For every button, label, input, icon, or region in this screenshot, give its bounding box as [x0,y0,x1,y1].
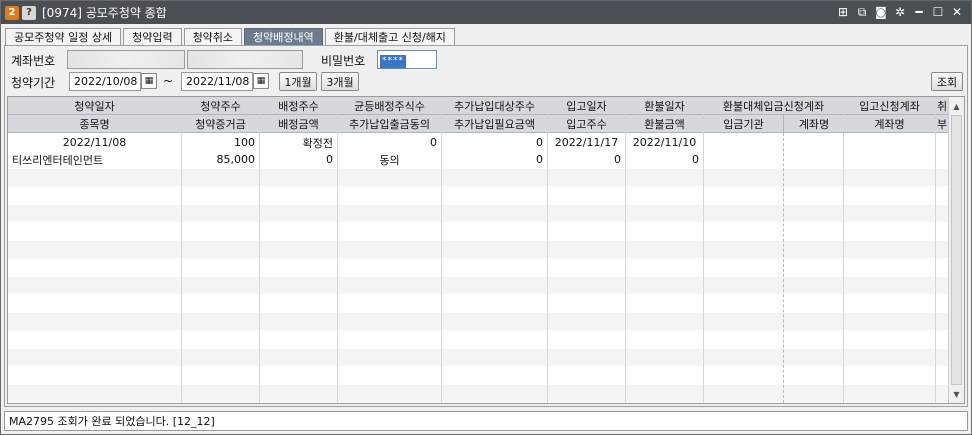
date-to-input[interactable]: 2022/11/08 [181,72,253,91]
grid-cell[interactable]: 0 [548,151,625,168]
allocation-grid[interactable]: 청약일자 종목명 2022/11/08 티쓰리엔터테인먼트 청약주수 청약증거금… [7,96,965,404]
col-receipt-request-account: 입고신청계좌 계좌명 [844,97,936,403]
column-header[interactable]: 추가납입출금동의 [338,115,441,133]
screen-number-badge: 2 [5,5,19,20]
column-header[interactable]: 계좌명 [844,115,935,133]
scroll-up-icon[interactable]: ▲ [949,98,964,114]
query-button[interactable]: 조회 [931,72,963,91]
column-header[interactable]: 계좌명 [784,115,844,133]
password-label: 비밀번호 [321,54,366,68]
close-icon[interactable]: ✕ [949,4,965,20]
grid-cell[interactable]: 티쓰리엔터테인먼트 [8,151,181,168]
column-header[interactable]: 환불금액 [626,115,703,133]
gear-icon[interactable]: ✲ [892,4,908,20]
column-header[interactable]: 균등배정주식수 [338,97,441,115]
column-header[interactable]: 부 [936,115,948,133]
calendar-icon[interactable]: ▦ [141,73,157,89]
title-bar[interactable]: 2 ? [0974] 공모주청약 종합 ⊞ ⧉ ◙ ✲ ━ ☐ ✕ [1,1,971,24]
camera-icon[interactable]: ◙ [873,4,889,20]
status-bar: MA2795 조회가 완료 되었습니다. [12_12] [4,411,968,431]
grid-cell[interactable]: 0 [626,151,703,168]
grid-cell[interactable] [784,134,844,151]
account-label: 계좌번호 [11,54,56,68]
column-header[interactable]: 배정금액 [260,115,337,133]
pin-icon[interactable]: ⊞ [835,4,851,20]
grid-cell[interactable]: 0 [338,134,441,151]
column-header[interactable]: 종목명 [8,115,181,133]
column-header[interactable]: 입고주수 [548,115,625,133]
column-header[interactable]: 청약증거금 [182,115,259,133]
maximize-icon[interactable]: ☐ [930,4,946,20]
main-panel: 계좌번호 비밀번호 **** 청약기간 2022/10/08 ▦ ~ 2022/… [4,45,968,407]
column-header[interactable]: 입금기관 [704,115,784,133]
col-refund-date: 환불일자 환불금액 2022/11/10 0 [626,97,704,403]
tab-subscription-cancel[interactable]: 청약취소 [183,28,243,45]
col-subscription-qty: 청약주수 청약증거금 100 85,000 [182,97,260,403]
column-header[interactable]: 추가납입필요금액 [442,115,547,133]
col-subscription-date: 청약일자 종목명 2022/11/08 티쓰리엔터테인먼트 [8,97,182,403]
one-month-button[interactable]: 1개월 [279,72,317,91]
grid-cell[interactable] [936,134,948,151]
col-allocated-qty: 배정주수 배정금액 확정전 0 [260,97,338,403]
window-title: [0974] 공모주청약 종합 [42,6,167,20]
column-header[interactable]: 배정주수 [260,97,337,115]
grid-cell[interactable]: 0 [260,151,337,168]
tab-allocation-history[interactable]: 청약배정내역 [244,28,323,45]
grid-cell[interactable]: 0 [442,151,547,168]
col-cancel: 취 부 [936,97,948,403]
grid-cell[interactable]: 2022/11/17 [548,134,625,151]
minimize-icon[interactable]: ━ [911,4,927,20]
link-icon[interactable]: ⧉ [854,4,870,20]
column-header[interactable]: 환불대체입금신청계좌 [704,97,843,115]
column-header[interactable]: 환불일자 [626,97,703,115]
tab-subscription-input[interactable]: 청약입력 [123,28,182,45]
grid-cell[interactable]: 2022/11/10 [626,134,703,151]
col-equal-allocation: 균등배정주식수 추가납입출금동의 0 동의 [338,97,442,403]
grid-cell[interactable]: 확정전 [260,134,337,151]
three-month-button[interactable]: 3개월 [321,72,359,91]
column-header[interactable]: 추가납입대상주수 [442,97,547,115]
column-header[interactable]: 청약일자 [8,97,181,115]
account-name-field[interactable] [187,50,303,69]
calendar-icon[interactable]: ▦ [253,73,269,89]
col-additional-payment: 추가납입대상주수 추가납입필요금액 0 0 [442,97,548,403]
account-number-field[interactable] [67,50,185,69]
grid-cell[interactable] [704,134,784,151]
help-icon[interactable]: ? [22,5,36,20]
window-controls: ⊞ ⧉ ◙ ✲ ━ ☐ ✕ [832,4,965,20]
column-header[interactable]: 취 [936,97,948,115]
grid-cell[interactable]: 85,000 [182,151,259,168]
period-label: 청약기간 [11,76,56,90]
tab-bar: 공모주청약 일정 상세 청약입력 청약취소 청약배정내역 환불/대체출고 신청/… [5,27,457,45]
grid-cell[interactable]: 0 [442,134,547,151]
password-value: **** [380,55,406,68]
grid-cell[interactable]: 100 [182,134,259,151]
grid-cell[interactable] [844,134,935,151]
col-receipt-date: 입고일자 입고주수 2022/11/17 0 [548,97,626,403]
scroll-down-icon[interactable]: ▼ [949,386,964,402]
date-range-separator: ~ [163,74,174,88]
grid-cell[interactable]: 2022/11/08 [8,134,181,151]
vertical-scrollbar[interactable]: ▲ ▼ [948,97,964,403]
column-header[interactable]: 청약주수 [182,97,259,115]
column-header[interactable]: 입고신청계좌 [844,97,935,115]
tab-ipo-schedule-detail[interactable]: 공모주청약 일정 상세 [5,28,122,45]
column-header[interactable]: 입고일자 [548,97,625,115]
scroll-thumb[interactable] [951,115,962,385]
col-refund-transfer-account: 환불대체입금신청계좌 입금기관 계좌명 [704,97,844,403]
app-window: 2 ? [0974] 공모주청약 종합 ⊞ ⧉ ◙ ✲ ━ ☐ ✕ 공모주청약 … [0,0,972,435]
grid-body: 청약일자 종목명 2022/11/08 티쓰리엔터테인먼트 청약주수 청약증거금… [8,97,948,403]
password-input[interactable]: **** [377,50,437,69]
date-from-input[interactable]: 2022/10/08 [69,72,141,91]
grid-cell[interactable]: 동의 [338,151,441,168]
tab-refund-transfer[interactable]: 환불/대체출고 신청/해지 [324,28,455,45]
column-divider [783,133,784,403]
